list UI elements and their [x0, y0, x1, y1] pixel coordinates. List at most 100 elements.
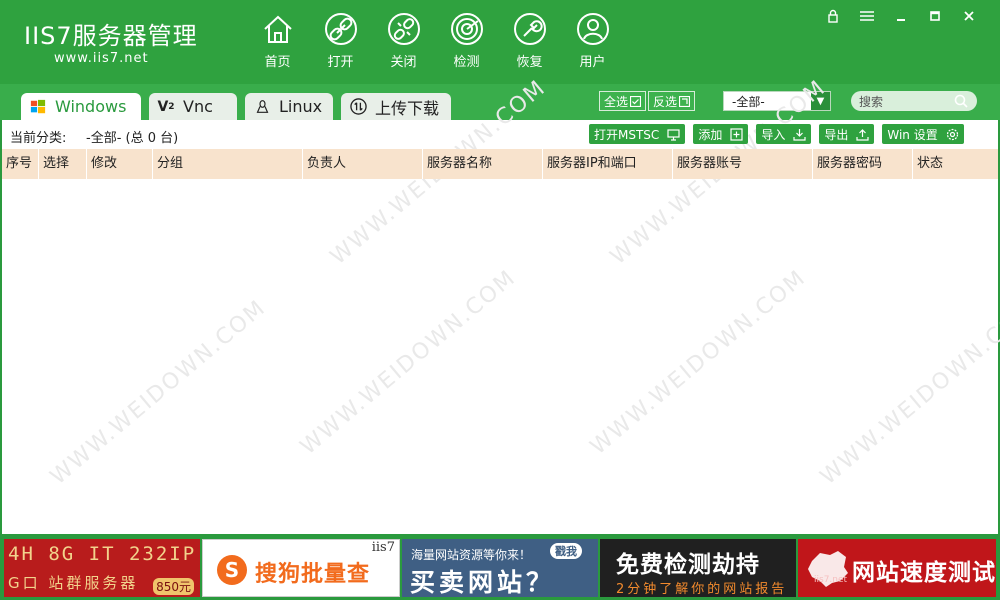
column-header[interactable]: 状态	[913, 149, 998, 179]
tab-linux[interactable]: Linux	[245, 93, 333, 120]
ad5-big: 网站速度测试	[852, 560, 996, 586]
tab-vnc-label: Vnc	[183, 97, 213, 116]
search-icon[interactable]	[954, 94, 968, 108]
ad4-small: 2分钟了解你的网站报告	[616, 582, 788, 597]
win-settings-button[interactable]: Win 设置	[882, 124, 964, 144]
column-header[interactable]: 负责人	[303, 149, 423, 179]
column-header[interactable]: 服务器密码	[813, 149, 913, 179]
chevron-down-icon[interactable]: ▼	[811, 92, 830, 110]
column-header[interactable]: 服务器IP和端口	[543, 149, 673, 179]
watermark: WWW.WEIDOWN.COM	[585, 265, 812, 460]
windows-icon	[29, 98, 47, 116]
ad-bar: 4H 8G IT 232IP G口 站群服务器 850元 S 搜狗批量查 iis…	[0, 534, 1000, 600]
ad3-top: 海量网站资源等你来！	[411, 548, 532, 562]
minimize-button[interactable]	[884, 6, 918, 26]
ad-website-trade-banner[interactable]: 海量网站资源等你来！ 戳我 买卖网站？	[402, 539, 598, 597]
import-label: 导入	[761, 127, 786, 142]
select-all-button[interactable]: 全选	[599, 91, 647, 111]
invert-selection-button[interactable]: 反选	[648, 91, 696, 111]
sogou-logo-icon: S	[217, 555, 247, 585]
tab-windows[interactable]: Windows	[21, 93, 141, 120]
ad2-brand: iis7	[371, 540, 395, 555]
user-button[interactable]: 用户	[561, 12, 624, 70]
ad-hijack-check-banner[interactable]: 免费检测劫持 2分钟了解你的网站报告	[600, 539, 796, 597]
restore-button[interactable]: 恢复	[498, 12, 561, 70]
ad-sogou-banner[interactable]: S 搜狗批量查 iis7	[202, 539, 400, 597]
import-button[interactable]: 导入	[756, 124, 812, 144]
close-icon	[964, 11, 974, 21]
detect-label: 检测	[453, 55, 480, 70]
open-mstsc-button[interactable]: 打开MSTSC	[589, 124, 686, 144]
tab-linux-label: Linux	[279, 97, 323, 116]
export-label: 导出	[824, 127, 849, 142]
close-window-button[interactable]	[952, 6, 986, 26]
restore-label: 恢复	[516, 55, 543, 70]
win-settings-label: Win 设置	[887, 127, 938, 142]
ad5-brand: iis7.net	[814, 575, 848, 585]
watermark: WWW.WEIDOWN.COM	[815, 295, 1000, 490]
column-header[interactable]: 修改	[87, 149, 153, 179]
export-button[interactable]: 导出	[819, 124, 875, 144]
column-header[interactable]: 选择	[39, 149, 87, 179]
tab-transfer-label: 上传下载	[375, 98, 440, 118]
download-icon	[793, 128, 806, 141]
menu-button[interactable]	[850, 6, 884, 26]
invert-icon	[679, 95, 691, 107]
tab-transfer[interactable]: 上传下载	[341, 93, 451, 120]
main-content: WWW.WEIDOWN.COM WWW.WEIDOWN.COM WWW.WEID…	[2, 75, 1000, 534]
vnc-icon: V2	[157, 98, 175, 115]
column-header[interactable]: 序号	[2, 149, 39, 179]
user-label: 用户	[579, 55, 606, 70]
category-bar: 当前分类: -全部- (总 0 台) 打开MSTSC 添加 导入 导出 Win …	[2, 120, 998, 149]
detect-button[interactable]: 检测	[435, 12, 498, 70]
action-buttons: 打开MSTSC 添加 导入 导出 Win 设置	[589, 124, 972, 144]
maximize-button[interactable]	[918, 6, 952, 26]
app-header: IIS7服务器管理 www.iis7.net 首页 打开 关闭 检测 恢复 用户	[0, 0, 1000, 84]
column-header[interactable]: 服务器名称	[423, 149, 543, 179]
tab-vnc[interactable]: V2 Vnc	[149, 93, 237, 120]
add-label: 添加	[698, 127, 723, 142]
selection-buttons: 全选 反选	[599, 91, 697, 111]
open-label: 打开	[327, 55, 354, 70]
category-dropdown-value: -全部-	[732, 94, 765, 109]
open-button[interactable]: 打开	[309, 12, 372, 70]
menu-icon	[860, 11, 874, 21]
lock-icon	[828, 9, 838, 23]
ad1-line2: G口 站群服务器	[8, 574, 139, 592]
invert-label: 反选	[653, 94, 678, 109]
category-dropdown[interactable]: -全部- ▼	[723, 91, 831, 111]
main-toolbar: 首页 打开 关闭 检测 恢复 用户	[246, 12, 624, 70]
ad1-price: 850元	[153, 578, 194, 595]
checkbox-icon	[630, 95, 642, 107]
search-placeholder: 搜索	[859, 94, 884, 109]
logo-title: IIS7服务器管理	[24, 22, 198, 50]
linux-icon	[253, 98, 271, 116]
logo-url: www.iis7.net	[54, 51, 149, 66]
category-label: 当前分类:	[10, 131, 67, 146]
column-header[interactable]: 分组	[153, 149, 303, 179]
category-value: -全部- (总 0 台)	[86, 131, 179, 146]
ad2-text: 搜狗批量查	[255, 562, 371, 587]
column-header[interactable]: 服务器账号	[673, 149, 813, 179]
close-button[interactable]: 关闭	[372, 12, 435, 70]
search-input[interactable]: 搜索	[851, 91, 977, 111]
ad-server-banner[interactable]: 4H 8G IT 232IP G口 站群服务器 850元	[4, 539, 200, 597]
lock-button[interactable]	[816, 6, 850, 26]
upload-icon	[856, 128, 869, 141]
ad3-big: 买卖网站？	[410, 568, 556, 597]
open-mstsc-label: 打开MSTSC	[594, 127, 660, 142]
tab-bar: Windows V2 Vnc Linux 上传下载	[0, 84, 1000, 120]
wrench-icon	[513, 13, 546, 45]
maximize-icon	[930, 11, 940, 21]
user-icon	[576, 13, 609, 45]
close-label: 关闭	[390, 55, 417, 70]
home-button[interactable]: 首页	[246, 12, 309, 70]
radar-icon	[450, 13, 483, 45]
home-icon	[263, 15, 292, 43]
ad-speed-test-banner[interactable]: iis7.net 网站速度测试	[798, 539, 996, 597]
watermark: WWW.WEIDOWN.COM	[295, 265, 522, 460]
home-label: 首页	[264, 55, 291, 70]
tab-windows-label: Windows	[55, 97, 127, 116]
add-button[interactable]: 添加	[693, 124, 749, 144]
ad3-badge: 戳我	[550, 543, 582, 559]
